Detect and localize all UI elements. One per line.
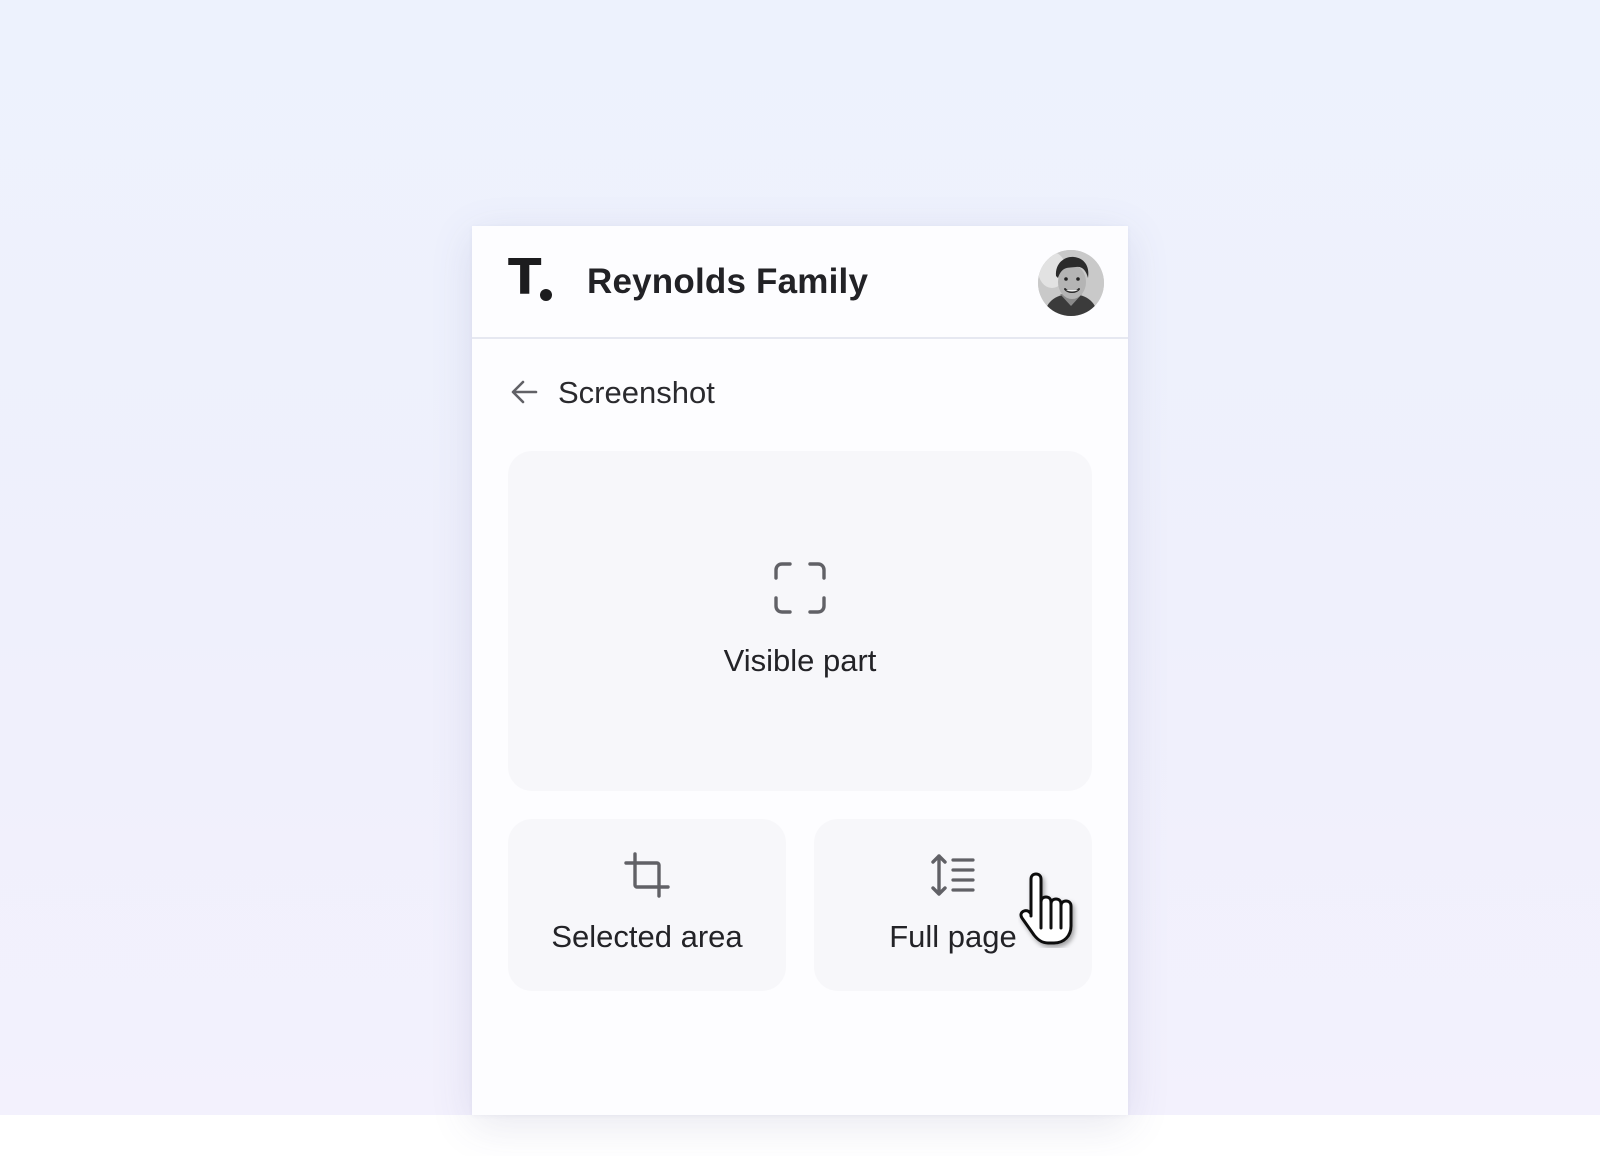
fullscreen-corners-icon [774,562,826,614]
workspace-title: Reynolds Family [587,262,869,301]
full-page-option[interactable]: Full page [814,819,1092,991]
logo-letter: T [508,249,542,306]
selected-area-label: Selected area [551,919,743,954]
selected-area-option[interactable]: Selected area [508,819,786,991]
crop-icon [624,852,670,898]
app-logo[interactable]: T [508,250,556,306]
section-title: Screenshot [558,375,715,410]
visible-part-label: Visible part [723,643,877,678]
panel-header: T Reynolds Family [472,226,1128,339]
visible-part-option[interactable]: Visible part [508,451,1092,791]
full-page-label: Full page [889,919,1017,954]
logo-dot [540,289,552,301]
avatar-photo-icon [1038,250,1104,316]
user-avatar[interactable] [1038,250,1104,316]
screenshot-nav: Screenshot [508,372,808,414]
screenshot-panel: T Reynolds Family Screenshot Visible par… [472,226,1128,1115]
vertical-expand-lines-icon [931,854,975,896]
arrow-left-icon[interactable] [508,375,542,409]
